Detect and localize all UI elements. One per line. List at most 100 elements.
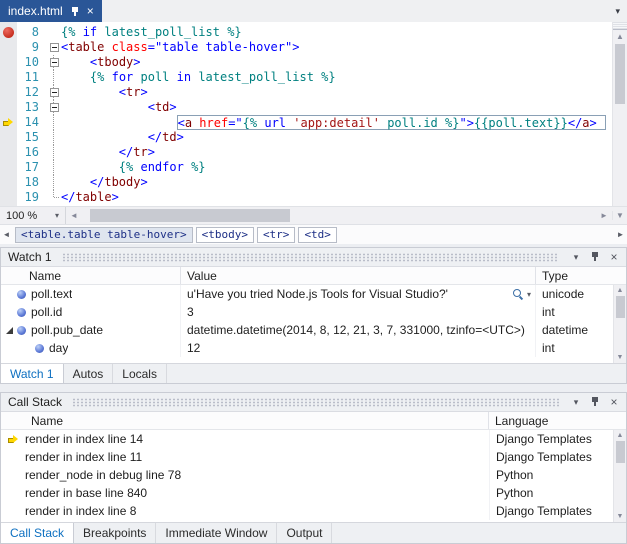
column-header-name[interactable]: Name xyxy=(1,412,489,429)
breakpoint-margin[interactable] xyxy=(0,40,17,55)
outlining-margin[interactable] xyxy=(47,130,61,145)
breakpoint-margin[interactable] xyxy=(0,145,17,160)
breakpoint-margin[interactable] xyxy=(0,100,17,115)
code-line[interactable]: 14 <a href="{% url 'app:detail' poll.id … xyxy=(0,115,612,130)
pin-icon[interactable] xyxy=(590,251,600,262)
scrollbar-thumb[interactable] xyxy=(616,441,625,463)
watch-title-bar[interactable]: Watch 1 ▾ × xyxy=(1,248,626,267)
code-line[interactable]: 13 <td> xyxy=(0,100,612,115)
breadcrumb-tag[interactable]: <td> xyxy=(298,227,337,243)
watch-row[interactable]: poll.pub_datedatetime.datetime(2014, 8, … xyxy=(1,321,626,339)
code-line[interactable]: 10 <tbody> xyxy=(0,55,612,70)
pin-icon[interactable] xyxy=(70,6,80,17)
column-header-language[interactable]: Language xyxy=(489,412,626,429)
document-list-dropdown-icon[interactable]: ▾ xyxy=(608,6,627,17)
window-position-icon[interactable]: ▾ xyxy=(569,252,583,263)
close-icon[interactable]: × xyxy=(607,250,621,264)
magnifier-icon[interactable] xyxy=(513,289,524,300)
breadcrumb-tag[interactable]: <tbody> xyxy=(196,227,254,243)
collapse-region-icon[interactable] xyxy=(50,43,59,52)
outlining-margin[interactable] xyxy=(47,190,61,205)
outlining-margin[interactable] xyxy=(47,55,61,70)
outlining-margin[interactable] xyxy=(47,160,61,175)
code-line[interactable]: 16 </tr> xyxy=(0,145,612,160)
zoom-select[interactable]: 100 % ▾ xyxy=(0,207,66,224)
outlining-margin[interactable] xyxy=(47,85,61,100)
breakpoint-margin[interactable] xyxy=(0,130,17,145)
scrollbar-thumb[interactable] xyxy=(616,296,625,318)
watch-row[interactable]: poll.textu'Have you tried Node.js Tools … xyxy=(1,285,626,303)
column-header-value[interactable]: Value xyxy=(181,267,536,284)
splitter-grip-icon[interactable] xyxy=(613,22,627,30)
breakpoint-margin[interactable] xyxy=(0,85,17,100)
callstack-scrollbar[interactable]: ▲▼ xyxy=(613,430,626,522)
breakpoint-margin[interactable] xyxy=(0,115,17,130)
breadcrumb-tag[interactable]: <table.table table-hover> xyxy=(15,227,193,243)
tab-index-html[interactable]: index.html × xyxy=(0,0,102,22)
callstack-frame[interactable]: render in index line 14Django Templates xyxy=(1,430,626,448)
scroll-up-icon[interactable]: ▲ xyxy=(617,285,624,296)
breadcrumb-scroll-left-icon[interactable]: ◄ xyxy=(0,230,13,239)
code-line[interactable]: 15 </td> xyxy=(0,130,612,145)
scrollbar-thumb[interactable] xyxy=(90,209,290,222)
tab-call-stack[interactable]: Call Stack xyxy=(1,523,74,543)
watch-row[interactable]: poll.id3int xyxy=(1,303,626,321)
code-line[interactable]: 17 {% endfor %} xyxy=(0,160,612,175)
tab-locals[interactable]: Locals xyxy=(113,364,167,383)
editor-vertical-scrollbar[interactable]: ▲ xyxy=(612,22,627,206)
scroll-right-icon[interactable]: ► xyxy=(596,211,612,220)
outlining-margin[interactable] xyxy=(47,175,61,190)
column-header-name[interactable]: Name xyxy=(1,267,181,284)
outlining-margin[interactable] xyxy=(47,40,61,55)
watch-row[interactable]: day12int xyxy=(1,339,626,357)
callstack-frame[interactable]: render in base line 840Python xyxy=(1,484,626,502)
breakpoint-margin[interactable] xyxy=(0,70,17,85)
callstack-frame[interactable]: render_node in debug line 78Python xyxy=(1,466,626,484)
outlining-margin[interactable] xyxy=(47,100,61,115)
outlining-margin[interactable] xyxy=(47,145,61,160)
breadcrumb-scroll-right-icon[interactable]: ► xyxy=(614,230,627,239)
callstack-frame[interactable]: render in index line 11Django Templates xyxy=(1,448,626,466)
breakpoint-margin[interactable] xyxy=(0,160,17,175)
collapse-region-icon[interactable] xyxy=(50,58,59,67)
code-line[interactable]: 11 {% for poll in latest_poll_list %} xyxy=(0,70,612,85)
scrollbar-thumb[interactable] xyxy=(615,44,625,104)
scroll-down-icon[interactable]: ▼ xyxy=(617,511,624,522)
pin-icon[interactable] xyxy=(590,396,600,407)
scroll-up-icon[interactable]: ▲ xyxy=(617,430,624,441)
callstack-frame[interactable]: render in index line 8Django Templates xyxy=(1,502,626,520)
breakpoint-icon[interactable] xyxy=(3,27,14,38)
scroll-down-icon[interactable]: ▼ xyxy=(617,352,624,363)
editor-horizontal-scrollbar[interactable]: ◄ ► xyxy=(66,207,612,224)
code-line[interactable]: 19</table> xyxy=(0,190,612,205)
code-line[interactable]: 8{% if latest_poll_list %} xyxy=(0,25,612,40)
code-line[interactable]: 12 <tr> xyxy=(0,85,612,100)
tab-output[interactable]: Output xyxy=(277,523,332,543)
tab-autos[interactable]: Autos xyxy=(64,364,114,383)
call-stack-title-bar[interactable]: Call Stack ▾ × xyxy=(1,393,626,412)
collapse-region-icon[interactable] xyxy=(50,88,59,97)
expand-icon[interactable] xyxy=(6,327,13,334)
scrollbar-track[interactable] xyxy=(82,207,596,224)
code-editor[interactable]: 8{% if latest_poll_list %}9<table class=… xyxy=(0,22,627,244)
visualizer-dropdown-icon[interactable]: ▾ xyxy=(527,290,531,299)
window-position-icon[interactable]: ▾ xyxy=(569,397,583,408)
code-line[interactable]: 18 </tbody> xyxy=(0,175,612,190)
scroll-down-icon[interactable]: ▼ xyxy=(612,211,627,220)
tab-watch-1[interactable]: Watch 1 xyxy=(1,364,64,383)
outlining-margin[interactable] xyxy=(47,70,61,85)
panel-splitter[interactable] xyxy=(0,384,627,392)
outlining-margin[interactable] xyxy=(47,25,61,40)
collapse-region-icon[interactable] xyxy=(50,103,59,112)
scroll-up-icon[interactable]: ▲ xyxy=(613,30,627,43)
close-icon[interactable]: × xyxy=(87,5,94,17)
close-icon[interactable]: × xyxy=(607,395,621,409)
tab-breakpoints[interactable]: Breakpoints xyxy=(74,523,156,543)
breadcrumb-tag[interactable]: <tr> xyxy=(257,227,296,243)
watch-scrollbar[interactable]: ▲▼ xyxy=(613,285,626,363)
column-header-type[interactable]: Type xyxy=(536,267,626,284)
breakpoint-margin[interactable] xyxy=(0,175,17,190)
code-line[interactable]: 9<table class="table table-hover"> xyxy=(0,40,612,55)
code-lines[interactable]: 8{% if latest_poll_list %}9<table class=… xyxy=(0,22,612,206)
scroll-left-icon[interactable]: ◄ xyxy=(66,211,82,220)
